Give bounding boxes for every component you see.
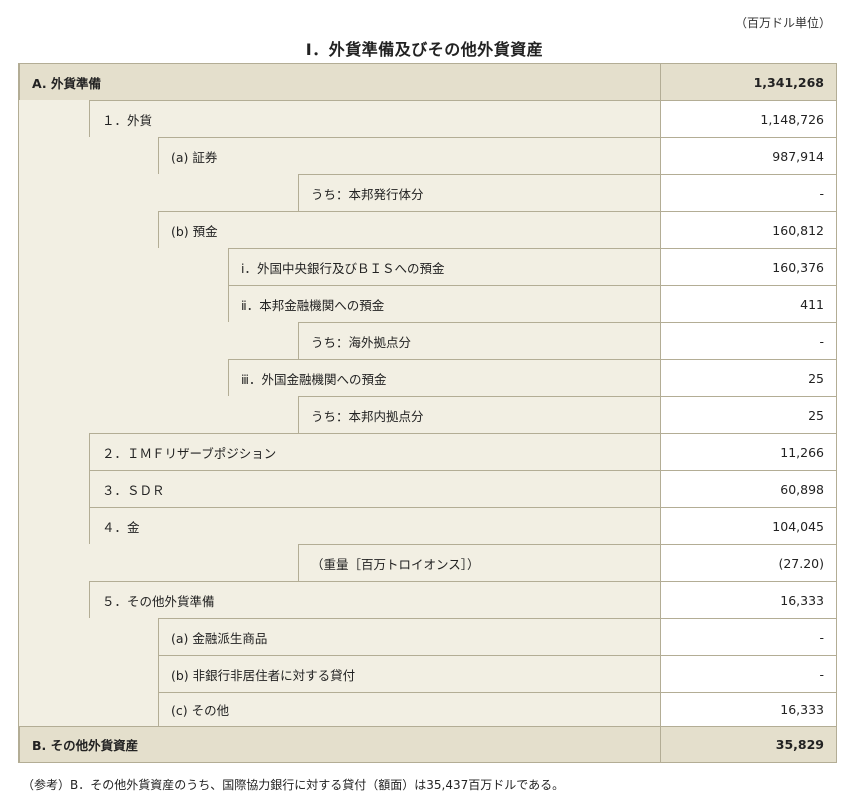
table-row-label: (a) 証券 (158, 137, 660, 174)
table-row-value: (27.20) (660, 544, 836, 581)
table-row-value: 11,266 (660, 433, 836, 470)
table-row-label: うち：本邦発行体分 (298, 174, 660, 211)
table-row-value: 104,045 (660, 507, 836, 544)
footnote: （参考）B．その他外貨資産のうち、国際協力銀行に対する貸付（額面）は35,437… (22, 778, 565, 792)
table-row-value: - (660, 618, 836, 655)
table-row-value: 16,333 (660, 581, 836, 618)
table-row-label: (a) 金融派生商品 (158, 618, 660, 655)
table-row-value: - (660, 322, 836, 359)
table-row-label: うち：海外拠点分 (298, 322, 660, 359)
table-row-label: ４．金 (89, 507, 660, 544)
table-row-label: A. 外貨準備 (19, 64, 660, 100)
table-row-label: ３．ＳＤＲ (89, 470, 660, 507)
table-row-value: 25 (660, 396, 836, 433)
table-row-label: ２．ＩＭＦリザーブポジション (89, 433, 660, 470)
table-row-label: うち：本邦内拠点分 (298, 396, 660, 433)
table-row-label: ５．その他外貨準備 (89, 581, 660, 618)
table-row-value: - (660, 174, 836, 211)
table-row-value: 35,829 (660, 726, 836, 762)
table-row-label: (b) 預金 (158, 211, 660, 248)
table-row-label: (c) その他 (158, 692, 660, 726)
reserve-assets-table: A. 外貨準備 1,341,268 １．外貨 1,148,726 (a) 証券 … (18, 63, 837, 763)
table-row-value: - (660, 655, 836, 692)
table-row-label: ⅱ．本邦金融機関への預金 (228, 285, 660, 322)
unit-note: （百万ドル単位） (734, 16, 831, 30)
table-row-value: 160,812 (660, 211, 836, 248)
table-row-label: １．外貨 (89, 100, 660, 137)
table-row-value: 1,148,726 (660, 100, 836, 137)
table-row-label: （重量［百万トロイオンス］） (298, 544, 660, 581)
table-row-value: 25 (660, 359, 836, 396)
table-row-value: 411 (660, 285, 836, 322)
table-row-label: ⅰ．外国中央銀行及びＢＩＳへの預金 (228, 248, 660, 285)
table-row-value: 16,333 (660, 692, 836, 726)
table-row-label: ⅲ．外国金融機関への預金 (228, 359, 660, 396)
table-row-label: B. その他外貨資産 (19, 726, 660, 762)
table-row-value: 1,341,268 (660, 64, 836, 100)
table-row-value: 60,898 (660, 470, 836, 507)
table-row-value: 987,914 (660, 137, 836, 174)
table-row-label: (b) 非銀行非居住者に対する貸付 (158, 655, 660, 692)
table-row-value: 160,376 (660, 248, 836, 285)
page-title: Ⅰ．外貨準備及びその他外貨資産 (305, 40, 544, 59)
